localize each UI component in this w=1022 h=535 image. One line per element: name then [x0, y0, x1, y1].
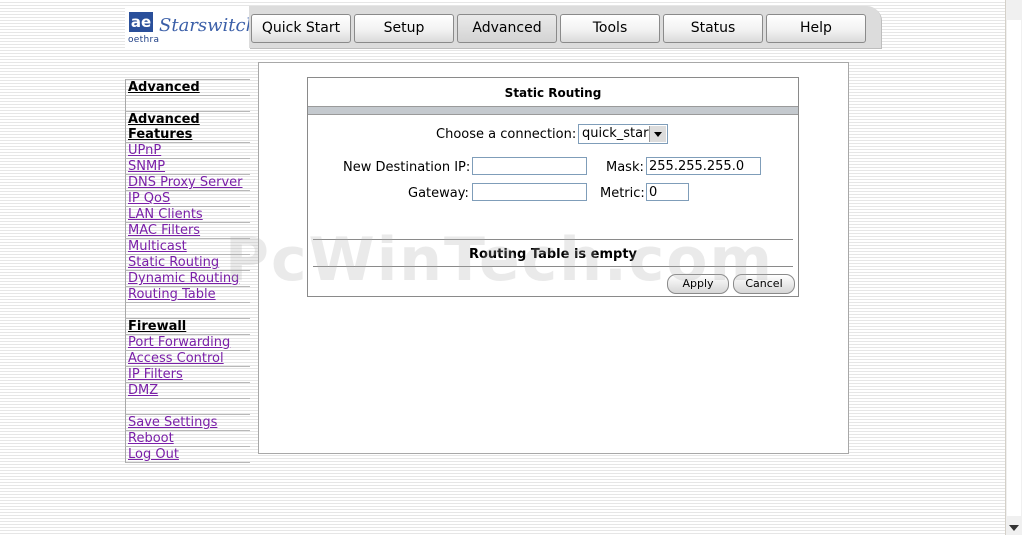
mask-field[interactable]: 255.255.255.0	[646, 157, 761, 175]
sidebar-item-lan-clients[interactable]: LAN Clients	[125, 207, 250, 223]
tab-tools[interactable]: Tools	[560, 14, 660, 43]
sidebar-item-dns-proxy[interactable]: DNS Proxy Server	[125, 175, 250, 191]
sidebar: Advanced Advanced Features UPnP SNMP DNS…	[125, 79, 250, 463]
sidebar-item-mac-filters[interactable]: MAC Filters	[125, 223, 250, 239]
sidebar-item-multicast[interactable]: Multicast	[125, 239, 250, 255]
sidebar-item-port-forwarding[interactable]: Port Forwarding	[125, 335, 250, 351]
sidebar-heading-advanced-features[interactable]: Advanced Features	[125, 112, 250, 143]
divider	[313, 239, 793, 240]
panel-title: Static Routing	[504, 86, 602, 100]
sidebar-item-ip-filters[interactable]: IP Filters	[125, 367, 250, 383]
sidebar-item-dynamic-routing[interactable]: Dynamic Routing	[125, 271, 250, 287]
connection-select[interactable]: quick_start	[578, 124, 668, 144]
sidebar-item-snmp[interactable]: SNMP	[125, 159, 250, 175]
metric-label: Metric:	[600, 186, 645, 201]
choose-connection-label: Choose a connection:	[436, 127, 577, 142]
scrollbar-thumb[interactable]	[1007, 20, 1021, 516]
sidebar-item-routing-table[interactable]: Routing Table	[125, 287, 250, 303]
apply-button[interactable]: Apply	[667, 274, 729, 294]
main-content: Static Routing Choose a connection: quic…	[258, 62, 849, 454]
sidebar-heading-advanced[interactable]: Advanced	[125, 79, 250, 96]
gateway-label: Gateway:	[408, 186, 469, 201]
sidebar-item-static-routing[interactable]: Static Routing	[125, 255, 250, 271]
metric-field[interactable]: 0	[646, 183, 689, 201]
sidebar-item-save-settings[interactable]: Save Settings	[125, 415, 250, 431]
tab-help[interactable]: Help	[766, 14, 866, 43]
logo-company: oethra	[128, 35, 160, 45]
tab-advanced[interactable]: Advanced	[457, 14, 557, 43]
sidebar-item-upnp[interactable]: UPnP	[125, 143, 250, 159]
sidebar-spacer	[125, 399, 250, 415]
logo-brand: Starswitch	[159, 15, 258, 36]
vertical-scrollbar[interactable]	[1005, 0, 1022, 535]
destination-ip-label: New Destination IP:	[343, 160, 471, 175]
tab-quick-start[interactable]: Quick Start	[251, 14, 351, 43]
static-routing-panel: Static Routing Choose a connection: quic…	[307, 77, 799, 297]
sidebar-spacer	[125, 303, 250, 319]
routing-table-empty-message: Routing Table is empty	[468, 247, 638, 262]
mask-label: Mask:	[606, 160, 644, 175]
gateway-field[interactable]	[472, 183, 587, 201]
sidebar-item-access-control[interactable]: Access Control	[125, 351, 250, 367]
sidebar-item-dmz[interactable]: DMZ	[125, 383, 250, 399]
sidebar-spacer	[125, 96, 250, 112]
panel-title-bar	[308, 106, 798, 115]
sidebar-item-log-out[interactable]: Log Out	[125, 447, 250, 463]
tab-status[interactable]: Status	[663, 14, 763, 43]
cancel-button[interactable]: Cancel	[733, 274, 795, 294]
oethra-logo: ae oethra Starswitch	[125, 8, 257, 48]
tab-setup[interactable]: Setup	[354, 14, 454, 43]
sidebar-item-reboot[interactable]: Reboot	[125, 431, 250, 447]
logo-mark: ae	[129, 12, 153, 32]
connection-select-value: quick_start	[582, 126, 654, 141]
destination-ip-field[interactable]	[472, 157, 587, 175]
scroll-down-arrow-icon[interactable]	[1009, 525, 1019, 531]
top-navigation: Quick Start Setup Advanced Tools Status …	[249, 6, 881, 48]
sidebar-heading-firewall[interactable]: Firewall	[125, 319, 250, 335]
sidebar-item-ip-qos[interactable]: IP QoS	[125, 191, 250, 207]
chevron-down-icon[interactable]	[649, 126, 666, 142]
divider	[313, 266, 793, 267]
